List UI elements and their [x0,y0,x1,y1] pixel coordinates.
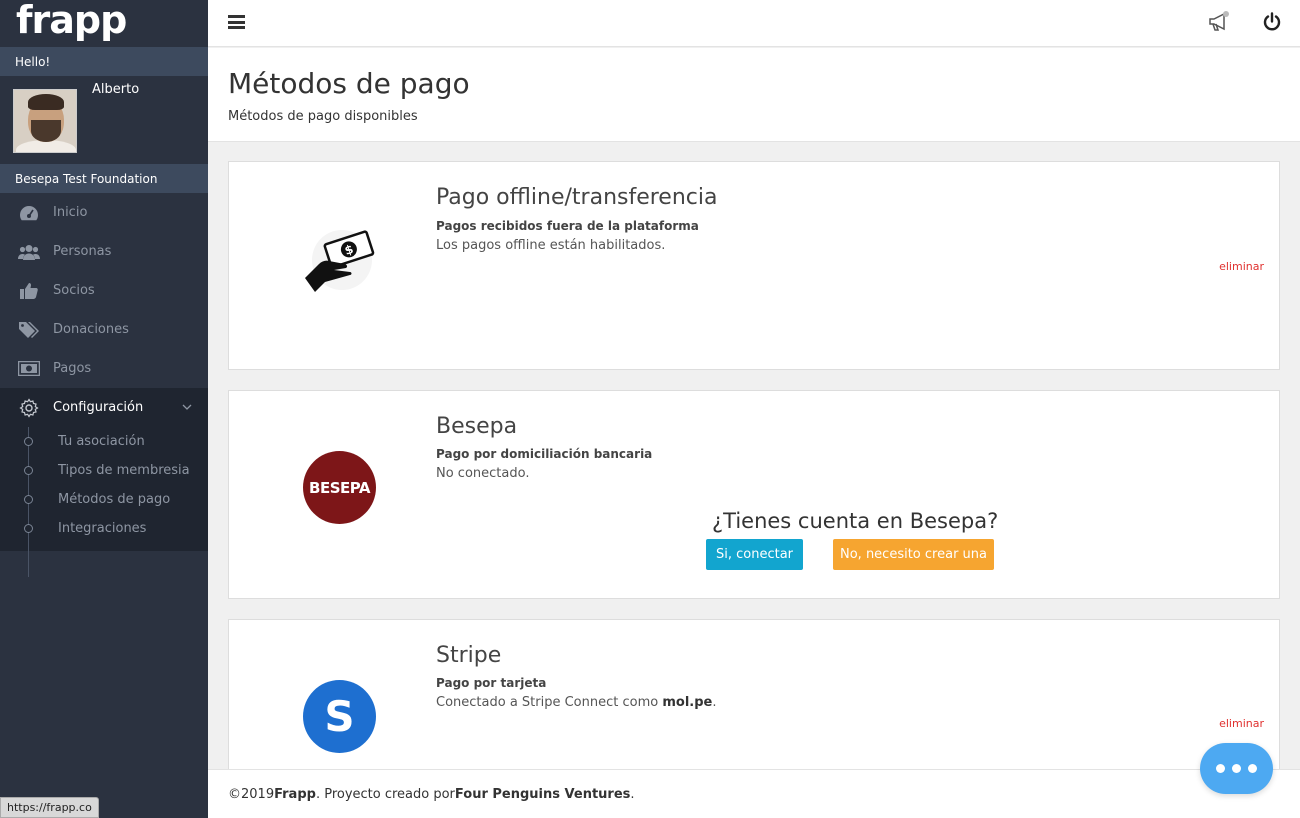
chat-launcher-button[interactable] [1200,743,1273,794]
card-title: Besepa [436,414,518,439]
sidebar-item-pagos[interactable]: Pagos [0,349,208,388]
card-subtitle: Pago por domiciliación bancaria [436,447,653,461]
sidebar-item-personas[interactable]: Personas [0,232,208,271]
card-title: Stripe [436,643,502,668]
card-description: Los pagos offline están habilitados. [436,238,666,253]
payment-method-offline: $ Pago offline/transferencia Pagos recib… [228,161,1280,370]
delete-stripe-link[interactable]: eliminar [1219,717,1264,730]
menu-toggle-icon[interactable] [228,15,245,29]
sidebar-item-donaciones[interactable]: Donaciones [0,310,208,349]
topbar [208,0,1300,47]
avatar[interactable] [13,89,77,153]
sidebar-subitem-metodos-pago[interactable]: Métodos de pago [0,485,208,514]
megaphone-icon[interactable] [1208,11,1232,37]
app-logo[interactable]: frapp [0,0,208,47]
stripe-account-name: mol.pe [662,695,713,710]
greeting: Hello! [0,47,208,76]
page-subtitle: Métodos de pago disponibles [228,109,418,124]
create-besepa-account-button[interactable]: No, necesito crear una [833,539,994,570]
chevron-down-icon[interactable] [182,402,192,413]
connect-besepa-button[interactable]: Si, conectar [706,539,803,570]
page-header: Métodos de pago Métodos de pago disponib… [208,48,1300,142]
besepa-account-question: ¿Tienes cuenta en Besepa? [712,509,999,533]
card-subtitle: Pago por tarjeta [436,676,547,690]
card-title: Pago offline/transferencia [436,185,718,210]
footer-brand[interactable]: Frapp [274,787,316,802]
sidebar-item-socios[interactable]: Socios [0,271,208,310]
user-name: Alberto [92,82,140,97]
card-description: No conectado. [436,466,530,481]
cash-hand-icon: $ [303,226,377,300]
besepa-logo: BESEPA [303,451,376,524]
sidebar-item-configuracion[interactable]: Configuración [0,388,208,427]
sidebar-subitem-tipos-membresia[interactable]: Tipos de membresia [0,456,208,485]
configuracion-submenu: Tu asociación Tipos de membresia Métodos… [0,427,208,577]
power-icon[interactable] [1262,12,1282,36]
sidebar-item-inicio[interactable]: Inicio [0,193,208,232]
sidebar-subitem-integraciones[interactable]: Integraciones [0,514,208,543]
status-bar-url: https://frapp.co [0,797,99,818]
organization-name: Besepa Test Foundation [0,164,208,193]
user-panel: Alberto [0,76,208,164]
sidebar: frapp Hello! Alberto Besepa Test Foundat… [0,0,208,818]
payment-method-besepa: BESEPA Besepa Pago por domiciliación ban… [228,390,1280,599]
money-icon [18,360,40,378]
card-description: Conectado a Stripe Connect como mol.pe. [436,695,717,710]
dashboard-icon [18,204,40,222]
stripe-logo: S [303,680,376,753]
thumbs-up-icon [18,282,40,300]
gear-icon [18,397,40,418]
page-title: Métodos de pago [228,67,470,100]
users-icon [18,243,40,261]
delete-offline-link[interactable]: eliminar [1219,260,1264,273]
card-subtitle: Pagos recibidos fuera de la plataforma [436,219,699,233]
tags-icon [18,321,40,339]
footer: ©2019 Frapp. Proyecto creado por Four Pe… [208,769,1300,818]
sidebar-subitem-tu-asociacion[interactable]: Tu asociación [0,427,208,456]
footer-company[interactable]: Four Penguins Ventures [455,787,630,802]
